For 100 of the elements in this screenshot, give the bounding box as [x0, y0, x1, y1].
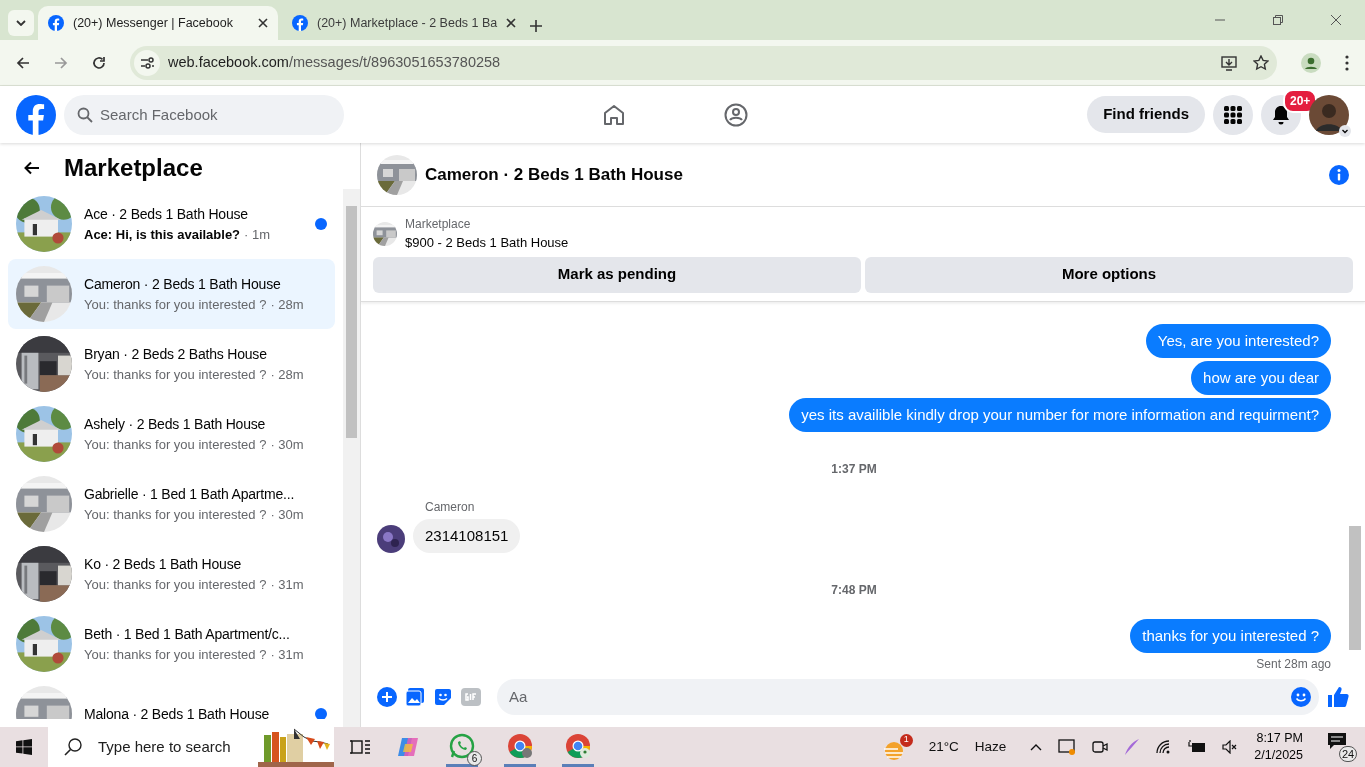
conversation-item[interactable]: Cameron · 2 Beds 1 Bath House You: thanks for you interested ? · 28m [8, 259, 336, 329]
haze-sun-icon [881, 740, 906, 761]
scrollbar[interactable] [343, 189, 360, 727]
clock-time: 8:17 PM [1256, 730, 1303, 747]
conversation-title: Ace · 2 Beds 1 Bath House [84, 204, 249, 224]
clock-date: 2/1/2025 [1254, 747, 1303, 764]
notification-count: 24 [1339, 746, 1357, 762]
weather-widget[interactable]: 1 [881, 733, 913, 761]
thumbs-up-icon[interactable] [1327, 685, 1349, 708]
received-message: 2314108151 [413, 518, 521, 553]
conversation-item[interactable]: Ko · 2 Beds 1 Bath House You: thanks for you interested ? · 31m [8, 539, 336, 609]
bell-icon [1271, 104, 1291, 125]
menu-grid-icon [1224, 105, 1242, 124]
muted-speaker-icon[interactable] [1222, 740, 1239, 754]
message-preview: You: thanks for you interested ? [84, 575, 267, 594]
message-preview: Ace: Hi, is this available? [84, 225, 241, 244]
conversation-item[interactable]: Ashely · 2 Beds 1 Bath House You: thanks for you interested ? · 30m [8, 399, 336, 469]
reload-icon[interactable] [92, 55, 106, 70]
temperature-text: 21°C [928, 737, 959, 756]
facebook-logo [292, 15, 308, 31]
menu-button[interactable] [1213, 94, 1253, 135]
forward-arrow-icon[interactable] [54, 55, 68, 70]
bookmark-star-icon[interactable] [1253, 54, 1269, 71]
browser-tab[interactable]: (20+) Marketplace - 2 Beds 1 Ba [282, 6, 522, 40]
listing-action-button[interactable]: More options [865, 256, 1353, 293]
home-icon[interactable] [602, 102, 626, 127]
sent-message: how are you dear [1191, 360, 1331, 395]
taskbar-search-field[interactable]: Type here to search [48, 727, 334, 767]
message-preview: You: thanks for you interested ? [84, 365, 267, 384]
chevron-down-icon [16, 20, 26, 26]
find-friends-button[interactable]: Find friends [1087, 96, 1205, 133]
site-settings-icon[interactable] [134, 49, 160, 76]
groups-icon[interactable] [724, 102, 748, 127]
new-tab-button[interactable] [530, 20, 542, 32]
profile-icon[interactable] [1301, 52, 1321, 73]
message-time: · 28m [270, 295, 304, 314]
message-preview: You: thanks for you interested ? [84, 435, 267, 454]
pen-icon[interactable] [1124, 738, 1141, 756]
conversation-title: Ko · 2 Beds 1 Bath House [84, 554, 243, 574]
back-arrow-icon[interactable] [16, 55, 30, 70]
conversation-title: Gabrielle · 1 Bed 1 Bath Apartme... [84, 484, 296, 504]
plus-icon[interactable] [377, 686, 397, 707]
message-time: · 30m [270, 505, 304, 524]
search-icon [64, 738, 82, 756]
sticker-icon[interactable] [433, 686, 453, 707]
task-view-icon[interactable] [350, 737, 370, 757]
message-time: · 1m [244, 225, 271, 244]
camera-icon[interactable] [1092, 739, 1109, 755]
url-text: web.facebook.com/messages/t/8963051653780258 [168, 52, 501, 72]
message-timestamp: 7:48 PM [831, 581, 877, 599]
weather-condition: Haze [974, 737, 1007, 756]
plus-icon [530, 20, 542, 32]
address-field[interactable]: web.facebook.com/messages/t/8963051653780258 [130, 45, 1277, 80]
message-time: · 30m [270, 435, 304, 454]
conversation-title: Bryan · 2 Beds 2 Baths House [84, 344, 268, 364]
conversation-title: Beth · 1 Bed 1 Bath Apartment/c... [84, 624, 291, 644]
message-time: · 31m [270, 575, 304, 594]
notification-badge: 20+ [1283, 88, 1318, 113]
restore-icon[interactable] [1273, 15, 1283, 25]
close-icon[interactable] [1331, 15, 1341, 25]
sent-message: thanks for you interested ? [1130, 618, 1331, 653]
back-arrow-icon[interactable] [24, 161, 40, 175]
profile-avatar-icon[interactable] [1309, 94, 1349, 135]
copilot-icon[interactable] [396, 735, 420, 759]
close-icon[interactable] [258, 18, 268, 28]
notification-center-button[interactable]: 24 [1327, 732, 1357, 762]
sent-message: yes its availible kindly drop your number for more information and requirment? [789, 397, 1331, 432]
info-icon[interactable] [1329, 164, 1349, 185]
sidebar-title: Marketplace [64, 153, 203, 183]
more-menu-icon[interactable] [1345, 54, 1349, 71]
conversation-item[interactable]: Bryan · 2 Beds 2 Baths House You: thanks for you interested ? · 28m [8, 329, 336, 399]
message-timestamp: 1:37 PM [831, 460, 877, 478]
app-badge: 6 [467, 751, 482, 766]
conversation-title: Malona · 2 Beds 1 Bath House [84, 704, 271, 719]
conversation-item[interactable]: Ace · 2 Beds 1 Bath House Ace: Hi, is this available? · 1m [8, 189, 336, 259]
chevron-down-icon [1339, 124, 1351, 137]
browser-tab[interactable]: (20+) Messenger | Facebook [38, 6, 278, 40]
conversation-item[interactable]: Beth · 1 Bed 1 Bath Apartment/c... You: thanks for you interested ? · 31m [8, 609, 336, 679]
conversation-title: Ashely · 2 Beds 1 Bath House [84, 414, 267, 434]
emoji-icon[interactable] [1291, 686, 1311, 707]
message-preview: You: thanks for you interested ? [84, 645, 267, 664]
message-icon [1327, 732, 1347, 750]
conversation-item[interactable]: Gabrielle · 1 Bed 1 Bath Apartme... You: thanks for you interested ? · 30m [8, 469, 336, 539]
battery-icon[interactable] [1188, 740, 1207, 754]
photo-icon[interactable] [405, 686, 425, 707]
chat-title: Cameron · 2 Beds 1 Bath House [425, 163, 683, 186]
install-icon[interactable] [1221, 54, 1237, 71]
message-time: · 31m [270, 645, 304, 664]
listing-action-button[interactable]: Mark as pending [373, 256, 861, 293]
facebook-logo [48, 15, 64, 31]
show-hidden-icons-icon[interactable] [1030, 743, 1043, 751]
listing-label: Marketplace [405, 216, 472, 233]
close-icon[interactable] [506, 18, 517, 28]
tab-list-button[interactable] [8, 10, 34, 36]
search-field[interactable]: Search Facebook [64, 94, 344, 135]
search-placeholder: Type here to search [98, 736, 231, 757]
contact-avatar-icon [377, 524, 405, 553]
screen-icon[interactable] [1058, 739, 1077, 755]
message-field[interactable]: Aa [497, 678, 1319, 715]
facebook-logo [16, 94, 56, 135]
